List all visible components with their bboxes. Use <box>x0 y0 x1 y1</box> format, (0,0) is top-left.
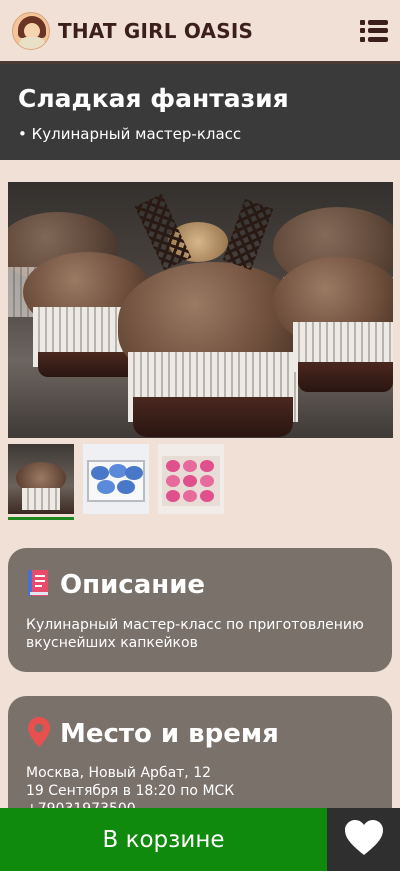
book-icon <box>26 568 52 602</box>
heart-icon <box>343 819 385 861</box>
list-menu-icon[interactable] <box>360 19 388 42</box>
in-cart-button[interactable]: В корзине <box>0 808 327 871</box>
event-subtitle: • Кулинарный мастер-класс <box>18 125 242 143</box>
app-header: THAT GIRL OASIS <box>0 0 400 64</box>
location-heading: Место и время <box>60 719 279 749</box>
thumbnail-pink-cupcakes[interactable] <box>158 444 224 514</box>
event-title: Сладкая фантазия <box>18 84 289 113</box>
brand-title[interactable]: THAT GIRL OASIS <box>58 19 253 43</box>
selected-thumbnail-indicator <box>8 517 74 520</box>
brand-logo-avatar[interactable] <box>12 11 50 50</box>
thumbnail-blue-cupcakes[interactable] <box>83 444 149 514</box>
location-address: Москва, Новый Арбат, 12 <box>26 765 212 781</box>
location-datetime: 19 Сентября в 18:20 по МСК <box>26 783 235 799</box>
event-title-band: Сладкая фантазия • Кулинарный мастер-кла… <box>0 64 400 160</box>
description-card: Описание Кулинарный мастер-класс по приг… <box>8 548 392 672</box>
map-pin-icon <box>26 716 52 752</box>
favorite-button[interactable] <box>327 808 400 871</box>
main-photo[interactable] <box>8 182 393 438</box>
description-heading: Описание <box>60 570 206 600</box>
bottom-action-bar: В корзине <box>0 808 400 871</box>
description-text: Кулинарный мастер-класс по приготовлению… <box>26 617 364 651</box>
photo-thumbnails <box>8 444 224 514</box>
thumbnail-chocolate-cupcakes[interactable] <box>8 444 74 514</box>
